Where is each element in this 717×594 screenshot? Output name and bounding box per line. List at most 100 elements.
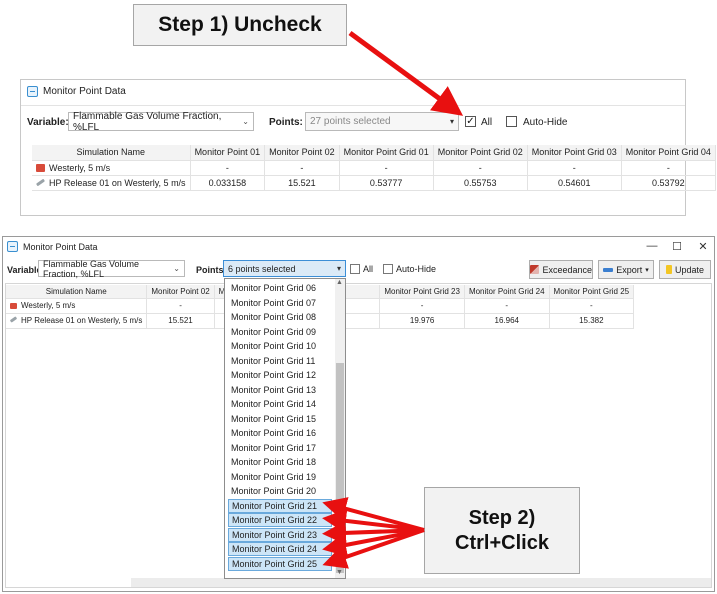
variable-select[interactable]: Flammable Gas Volume Fraction, %LFL ⌄	[38, 258, 185, 279]
table-cell: 15.521	[264, 175, 340, 191]
dropdown-item[interactable]: Monitor Point Grid 18	[228, 455, 332, 469]
minimize-icon[interactable]: —	[645, 240, 659, 252]
dropdown-item[interactable]: Monitor Point Grid 22	[228, 513, 332, 527]
dropdown-item[interactable]: Monitor Point Grid 06	[228, 281, 332, 295]
simulation-name-cell[interactable]: HP Release 01 on Westerly, 5 m/s	[6, 313, 148, 329]
table-cell: -	[146, 298, 215, 314]
simulation-name-cell[interactable]: Westerly, 5 m/s	[32, 160, 191, 176]
dropdown-item[interactable]: Monitor Point Grid 12	[228, 368, 332, 382]
exceedance-button[interactable]: Exceedance	[529, 260, 593, 279]
dropdown-item[interactable]: Monitor Point Grid 16	[228, 426, 332, 440]
column-header[interactable]: Monitor Point Grid 23	[379, 285, 465, 299]
dropdown-scrollbar-thumb[interactable]	[336, 363, 344, 573]
dropdown-item[interactable]: Monitor Point Grid 10	[228, 339, 332, 353]
table-cell: -	[527, 160, 622, 176]
points-select-value: 27 points selected	[310, 116, 391, 127]
table-row[interactable]: HP Release 01 on Westerly, 5 m/s 0.03315…	[32, 175, 716, 191]
app-window-icon	[27, 86, 38, 97]
step2-callout-line1: Step 2)	[468, 506, 536, 529]
dropdown-arrow-icon: ▾	[449, 117, 454, 126]
column-header[interactable]: Monitor Point Grid 04	[621, 145, 716, 161]
dropdown-item[interactable]: Monitor Point Grid 20	[228, 484, 332, 498]
horizontal-scrollbar[interactable]	[131, 578, 711, 587]
table-cell: 19.976	[379, 313, 465, 329]
variable-select-value: Flammable Gas Volume Fraction, %LFL	[73, 110, 222, 133]
column-header[interactable]: Monitor Point Grid 02	[433, 145, 528, 161]
app-window-icon	[7, 241, 18, 252]
dropdown-item[interactable]: Monitor Point Grid 21	[228, 498, 332, 513]
chevron-down-icon: ⌄	[173, 264, 180, 273]
dropdown-item[interactable]: Monitor Point Grid 14	[228, 397, 332, 411]
table-cell: -	[379, 298, 465, 314]
weather-flag-icon	[36, 163, 45, 172]
dropdown-item[interactable]: Monitor Point Grid 24	[228, 542, 332, 556]
release-pen-icon	[35, 178, 46, 186]
table-cell: 15.521	[146, 313, 215, 329]
column-header[interactable]: Monitor Point 02	[146, 285, 215, 299]
scroll-down-icon[interactable]: ▼	[336, 569, 343, 576]
dropdown-arrow-icon: ▾	[336, 264, 341, 273]
dropdown-item[interactable]: Monitor Point Grid 09	[228, 325, 332, 339]
dropdown-item[interactable]: Monitor Point Grid 13	[228, 383, 332, 397]
weather-flag-icon	[10, 303, 17, 309]
column-header[interactable]: Monitor Point Grid 24	[464, 285, 550, 299]
dropdown-item[interactable]: Monitor Point Grid 15	[228, 412, 332, 426]
autohide-checkbox[interactable]	[383, 264, 393, 274]
all-checkbox[interactable]: ✓	[465, 116, 476, 127]
exceedance-button-label: Exceedance	[542, 264, 592, 275]
column-header[interactable]: Monitor Point Grid 25	[549, 285, 635, 299]
column-header[interactable]: Monitor Point Grid 01	[339, 145, 434, 161]
points-dropdown-list: ▲ ▼ Monitor Point Grid 06 Monitor Point G…	[224, 278, 346, 579]
table-row[interactable]: Westerly, 5 m/s - - - - - -	[32, 160, 716, 176]
dropdown-item[interactable]: Monitor Point Grid 25	[228, 556, 332, 571]
update-button-label: Update	[674, 264, 705, 275]
table-cell: 0.55753	[433, 175, 528, 191]
dropdown-item[interactable]: Monitor Point Grid 19	[228, 470, 332, 484]
table-cell: -	[339, 160, 434, 176]
autohide-checkbox-label: Auto-Hide	[396, 264, 437, 274]
column-header[interactable]: Monitor Point Grid 03	[527, 145, 622, 161]
column-header[interactable]: Monitor Point 01	[190, 145, 266, 161]
top-data-table: Simulation Name Monitor Point 01 Monitor…	[32, 145, 716, 191]
variable-select[interactable]: Flammable Gas Volume Fraction, %LFL ⌄	[68, 110, 254, 133]
simulation-name: HP Release 01 on Westerly, 5 m/s	[49, 177, 186, 188]
window-title-row: Monitor Point Data	[7, 241, 98, 252]
points-label: Points:	[269, 117, 303, 128]
dropdown-item[interactable]: Monitor Point Grid 11	[228, 354, 332, 368]
step2-callout-line2: Ctrl+Click	[455, 531, 549, 554]
step1-callout: Step 1) Uncheck	[133, 4, 347, 46]
dropdown-item[interactable]: Monitor Point Grid 23	[228, 527, 332, 542]
export-button[interactable]: Export ▾	[598, 260, 654, 279]
all-checkbox[interactable]	[350, 264, 360, 274]
simulation-name: Westerly, 5 m/s	[49, 162, 111, 173]
autohide-checkbox[interactable]	[506, 116, 517, 127]
table-header-row: Simulation Name Monitor Point 01 Monitor…	[32, 145, 716, 161]
export-button-label: Export	[616, 264, 643, 275]
table-cell: 0.53777	[339, 175, 434, 191]
maximize-icon[interactable]: ☐	[670, 240, 684, 253]
update-button[interactable]: Update	[659, 260, 711, 279]
column-header[interactable]: Simulation Name	[32, 145, 191, 161]
window-title: Monitor Point Data	[23, 241, 98, 252]
exceedance-chart-icon	[530, 265, 540, 274]
dropdown-item[interactable]: Monitor Point Grid 08	[228, 310, 332, 324]
column-header[interactable]: Simulation Name	[6, 285, 148, 299]
update-lightning-icon	[665, 265, 672, 274]
simulation-name-cell[interactable]: Westerly, 5 m/s	[6, 298, 148, 314]
variable-select-value: Flammable Gas Volume Fraction, %LFL	[43, 258, 140, 279]
dropdown-item[interactable]: Monitor Point Grid 17	[228, 441, 332, 455]
table-cell: -	[464, 298, 550, 314]
table-cell: 0.54601	[527, 175, 622, 191]
table-cell: -	[549, 298, 635, 314]
table-cell: 16.964	[464, 313, 550, 329]
close-icon[interactable]: ✕	[696, 240, 710, 253]
column-header[interactable]: Monitor Point 02	[264, 145, 340, 161]
dropdown-item[interactable]: Monitor Point Grid 07	[228, 296, 332, 310]
scroll-up-icon[interactable]: ▲	[336, 279, 343, 286]
points-label: Points:	[196, 265, 227, 275]
points-select[interactable]: 6 points selected ▾	[223, 260, 346, 277]
chevron-down-icon: ⌄	[242, 117, 249, 126]
points-select[interactable]: 27 points selected ▾	[305, 112, 459, 131]
divider	[21, 105, 685, 106]
simulation-name-cell[interactable]: HP Release 01 on Westerly, 5 m/s	[32, 175, 191, 191]
